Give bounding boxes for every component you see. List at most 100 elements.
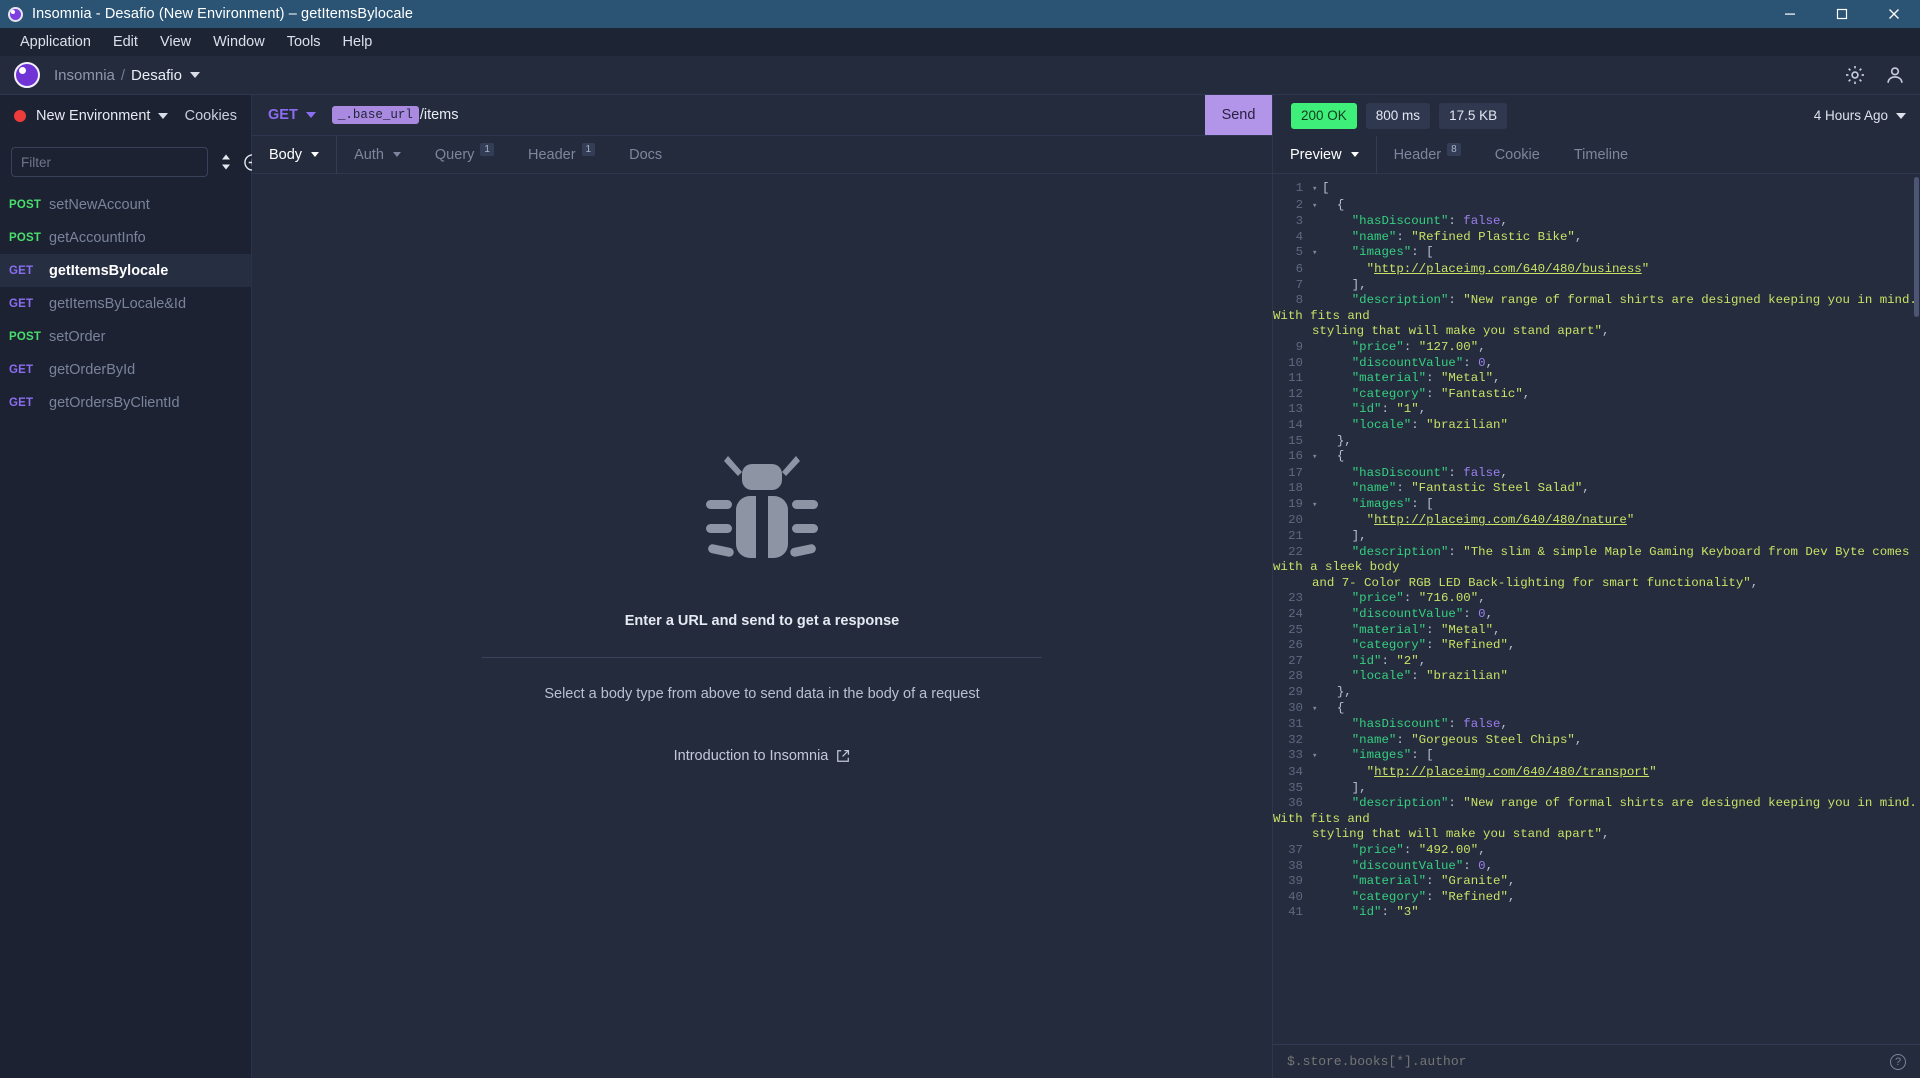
tab-auth-chevron-down-icon xyxy=(392,152,401,157)
tab-header-badge: 1 xyxy=(581,143,596,156)
empty-body-placeholder: Enter a URL and send to get a response S… xyxy=(252,174,1272,1078)
tab-response-header-label: Header xyxy=(1393,146,1442,163)
request-list: POST setNewAccount POST getAccountInfo G… xyxy=(0,188,251,1078)
introduction-link[interactable]: Introduction to Insomnia xyxy=(674,748,851,764)
method-selector-label: GET xyxy=(268,107,298,123)
breadcrumb-app-name: Insomnia xyxy=(54,66,115,84)
maximize-button[interactable] xyxy=(1816,0,1868,28)
request-method: GET xyxy=(9,264,34,277)
empty-state-title: Enter a URL and send to get a response xyxy=(624,613,900,629)
cookies-button[interactable]: Cookies xyxy=(185,108,237,124)
menu-help[interactable]: Help xyxy=(332,30,384,54)
request-item-setNewAccount[interactable]: POST setNewAccount xyxy=(0,188,251,221)
request-name: getItemsByLocale&Id xyxy=(49,295,187,312)
method-selector[interactable]: GET xyxy=(252,95,330,135)
send-button[interactable]: Send xyxy=(1205,95,1272,135)
menu-tools[interactable]: Tools xyxy=(276,30,332,54)
menu-edit[interactable]: Edit xyxy=(102,30,149,54)
workspace-header: Insomnia / Desafio xyxy=(0,56,1920,95)
insomnia-logo-icon xyxy=(8,6,23,22)
tab-cookie-label: Cookie xyxy=(1494,146,1540,163)
tab-query-label: Query xyxy=(434,146,475,163)
request-item-getItemsBylocale[interactable]: GET getItemsBylocale xyxy=(0,254,251,287)
workspace-logo-icon xyxy=(14,62,40,88)
menu-bar: Application Edit View Window Tools Help xyxy=(0,28,1920,56)
request-name: getItemsBylocale xyxy=(49,262,169,279)
response-header: 200 OK 800 ms 17.5 KB 4 Hours Ago Previe… xyxy=(1273,95,1920,174)
request-name: getAccountInfo xyxy=(49,229,146,246)
request-item-getOrdersByClientId[interactable]: GET getOrdersByClientId xyxy=(0,386,251,419)
request-method: GET xyxy=(9,396,34,409)
response-json-code[interactable]: 1 ▾[2 ▾ {3 "hasDiscount": false, 4 "name": … xyxy=(1273,174,1920,1044)
request-item-setOrder[interactable]: POST setOrder xyxy=(0,320,251,353)
close-button[interactable] xyxy=(1868,0,1920,28)
tab-docs[interactable]: Docs xyxy=(612,136,679,173)
tab-cookie[interactable]: Cookie xyxy=(1478,136,1557,173)
external-link-icon xyxy=(837,749,850,762)
response-status-strip: 200 OK 800 ms 17.5 KB 4 Hours Ago xyxy=(1273,95,1920,136)
tab-response-header-badge: 8 xyxy=(1447,143,1461,156)
request-name: setOrder xyxy=(49,328,106,345)
tab-header[interactable]: Header 1 xyxy=(511,136,612,173)
jsonpath-filter-input[interactable] xyxy=(1287,1054,1890,1069)
tab-preview-label: Preview xyxy=(1290,146,1342,163)
tab-query-badge: 1 xyxy=(480,143,494,156)
window-title: Insomnia - Desafio (New Environment) – g… xyxy=(32,6,414,22)
response-scrollbar[interactable] xyxy=(1914,177,1919,317)
response-history-label: 4 Hours Ago xyxy=(1813,108,1888,123)
request-method: POST xyxy=(9,231,42,244)
request-name: getOrderById xyxy=(49,361,136,378)
main-area: New Environment Cookies POST setNewAc xyxy=(0,95,1920,1078)
gear-icon[interactable] xyxy=(1844,64,1866,86)
request-method: POST xyxy=(9,198,42,211)
filter-input[interactable] xyxy=(11,147,208,177)
tab-body-label: Body xyxy=(269,146,303,163)
workspace-chevron-down-icon[interactable] xyxy=(189,72,200,78)
tab-header-label: Header xyxy=(527,146,576,163)
minimize-button[interactable] xyxy=(1764,0,1816,28)
url-template-variable[interactable]: _.base_url xyxy=(331,106,419,124)
filter-row xyxy=(0,136,275,188)
sort-icon[interactable] xyxy=(218,153,234,171)
menu-application[interactable]: Application xyxy=(9,30,102,54)
tab-response-header[interactable]: Header 8 xyxy=(1377,136,1478,173)
request-method: POST xyxy=(9,330,42,343)
tab-timeline[interactable]: Timeline xyxy=(1557,136,1645,173)
response-history-selector[interactable]: 4 Hours Ago xyxy=(1814,108,1906,123)
breadcrumb-project[interactable]: Desafio xyxy=(131,67,182,84)
insomnia-window: Insomnia - Desafio (New Environment) – g… xyxy=(0,0,1920,1078)
menu-window[interactable]: Window xyxy=(202,30,276,54)
menu-view[interactable]: View xyxy=(149,30,202,54)
tab-body-chevron-down-icon xyxy=(311,152,320,157)
url-bar: GET _.base_url /items Send xyxy=(252,95,1272,136)
tab-body[interactable]: Body xyxy=(252,136,338,173)
request-item-getOrderById[interactable]: GET getOrderById xyxy=(0,353,251,386)
url-path-text: /items xyxy=(419,107,459,123)
tab-auth-label: Auth xyxy=(354,146,384,163)
status-badge[interactable]: 200 OK xyxy=(1291,102,1357,129)
response-size-badge[interactable]: 17.5 KB xyxy=(1439,102,1508,129)
request-tabs: Body Auth Query 1 Header 1 Docs xyxy=(252,136,1272,174)
request-name: setNewAccount xyxy=(49,196,150,213)
sidebar: New Environment Cookies POST setNewAc xyxy=(0,95,275,1078)
response-time-badge[interactable]: 800 ms xyxy=(1365,102,1431,129)
user-icon[interactable] xyxy=(1884,64,1906,86)
empty-state-subtitle: Select a body type from above to send da… xyxy=(544,686,980,702)
empty-state-divider xyxy=(482,657,1042,658)
tab-docs-label: Docs xyxy=(629,146,663,163)
tab-preview[interactable]: Preview xyxy=(1273,136,1377,173)
response-body-viewer[interactable]: 1 ▾[2 ▾ {3 "hasDiscount": false, 4 "name": … xyxy=(1273,174,1920,1044)
history-chevron-down-icon xyxy=(1896,112,1906,119)
environment-chevron-down-icon[interactable] xyxy=(158,112,169,119)
url-input[interactable]: _.base_url /items xyxy=(330,95,1205,135)
help-icon[interactable]: ? xyxy=(1890,1053,1906,1070)
tab-auth[interactable]: Auth xyxy=(337,136,418,173)
bug-icon xyxy=(698,448,826,571)
request-item-getAccountInfo[interactable]: POST getAccountInfo xyxy=(0,221,251,254)
request-name: getOrdersByClientId xyxy=(49,394,180,411)
request-item-getItemsByLocaleAndId[interactable]: GET getItemsByLocale&Id xyxy=(0,287,251,320)
request-method: GET xyxy=(9,363,34,376)
request-pane: GET _.base_url /items Send Body Auth Que… xyxy=(252,95,1272,1078)
environment-selector-label[interactable]: New Environment xyxy=(36,108,150,124)
tab-query[interactable]: Query 1 xyxy=(418,136,511,173)
